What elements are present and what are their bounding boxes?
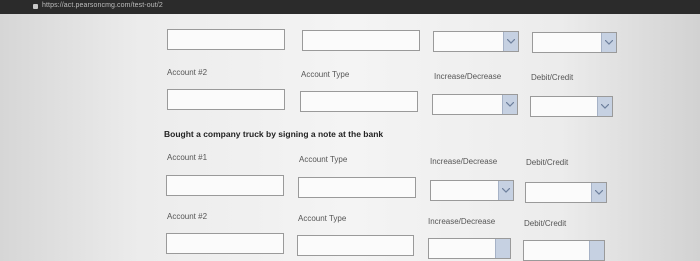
account-2-label: Account #2 (167, 68, 208, 77)
debit-credit-dropdown[interactable] (532, 32, 617, 53)
account-type-label: Account Type (301, 70, 350, 79)
chevron-down-icon (601, 104, 609, 109)
dropdown-button[interactable] (498, 181, 513, 200)
account-2-input[interactable] (167, 89, 285, 110)
increase-decrease-dropdown[interactable] (430, 180, 514, 201)
account-2-input[interactable] (166, 233, 284, 254)
account-2-label: Account #2 (167, 212, 208, 221)
account-1-input[interactable] (167, 29, 285, 50)
url-text[interactable]: https://act.pearsoncmg.com/test-out/2 (42, 2, 163, 9)
account-type-input[interactable] (298, 177, 416, 198)
increase-decrease-label: Increase/Decrease (434, 72, 502, 81)
chevron-down-icon (506, 102, 514, 107)
account-type-label: Account Type (299, 155, 348, 164)
debit-credit-label: Debit/Credit (526, 158, 569, 167)
increase-decrease-dropdown[interactable] (432, 94, 518, 115)
dropdown-button[interactable] (503, 32, 518, 51)
dropdown-button[interactable] (589, 241, 604, 260)
dropdown-button[interactable] (495, 239, 510, 258)
chevron-down-icon (507, 39, 515, 44)
account-1-label: Account #1 (167, 153, 208, 162)
debit-credit-label: Debit/Credit (524, 219, 567, 228)
account-type-label: Account Type (298, 214, 347, 223)
debit-credit-label: Debit/Credit (531, 73, 574, 82)
lock-icon (33, 4, 38, 9)
debit-credit-dropdown[interactable] (530, 96, 613, 117)
transaction-heading: Bought a company truck by signing a note… (164, 129, 384, 139)
debit-credit-dropdown[interactable] (523, 240, 605, 261)
dropdown-button[interactable] (502, 95, 517, 114)
debit-credit-dropdown[interactable] (525, 182, 607, 203)
dropdown-button[interactable] (591, 183, 606, 202)
chevron-down-icon (605, 40, 613, 45)
account-1-input[interactable] (166, 175, 284, 196)
account-type-input[interactable] (302, 30, 420, 51)
increase-decrease-dropdown[interactable] (433, 31, 519, 52)
increase-decrease-label: Increase/Decrease (428, 217, 496, 226)
dropdown-button[interactable] (601, 33, 616, 52)
journal-entry-page: Account #2 Account Type Increase/Decreas… (0, 14, 700, 261)
increase-decrease-dropdown[interactable] (428, 238, 511, 259)
chevron-down-icon (502, 188, 510, 193)
chevron-down-icon (595, 190, 603, 195)
increase-decrease-label: Increase/Decrease (430, 157, 498, 166)
browser-address-bar: https://act.pearsoncmg.com/test-out/2 (0, 0, 700, 14)
dropdown-button[interactable] (597, 97, 612, 116)
account-type-input[interactable] (300, 91, 418, 112)
account-type-input[interactable] (297, 235, 414, 256)
